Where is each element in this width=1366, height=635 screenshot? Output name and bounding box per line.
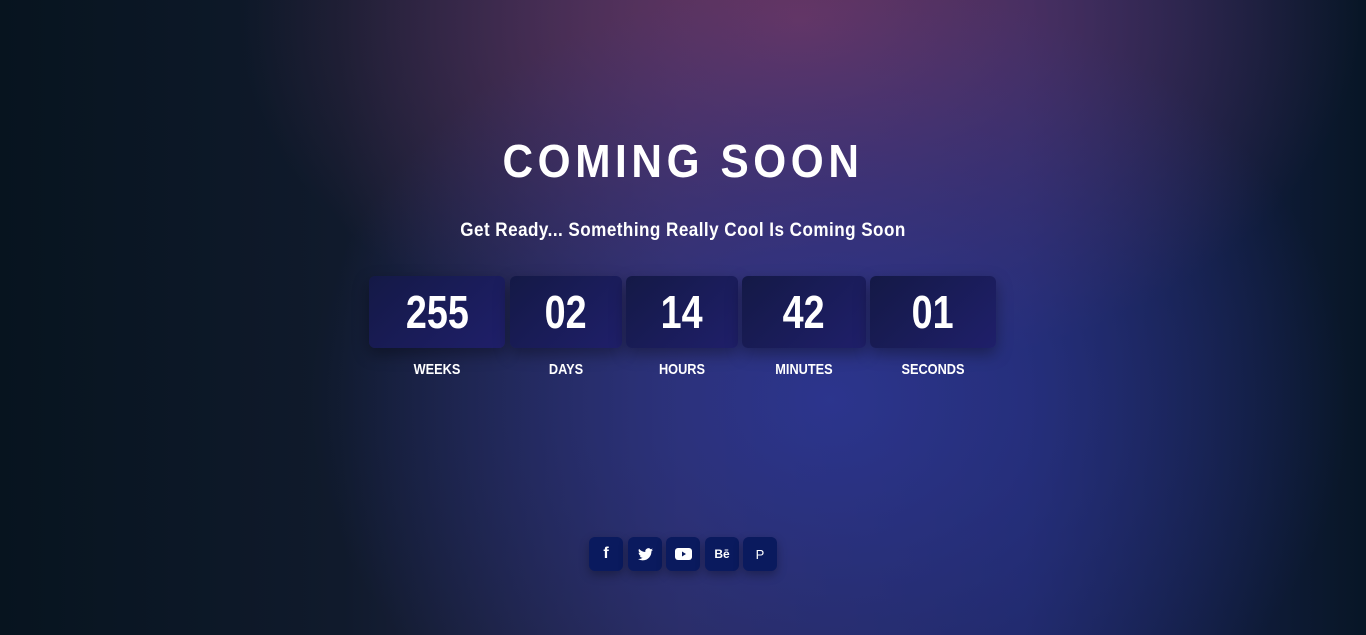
minutes-value: 42 xyxy=(783,286,825,338)
subtitle: Get Ready... Something Really Cool Is Co… xyxy=(460,220,906,241)
minutes-label: MINUTES xyxy=(775,361,833,378)
countdown-seconds: 01 xyxy=(870,276,996,348)
twitter-button[interactable] xyxy=(628,537,662,571)
youtube-button[interactable] xyxy=(666,537,700,571)
twitter-icon xyxy=(637,547,653,560)
hours-label: HOURS xyxy=(658,361,706,378)
countdown-weeks: 255 xyxy=(369,276,505,348)
pinterest-button[interactable]: P xyxy=(743,537,777,571)
facebook-icon: f xyxy=(603,545,609,562)
behance-icon: Bē xyxy=(714,547,730,561)
countdown-hours: 14 xyxy=(626,276,738,348)
weeks-label: WEEKS xyxy=(413,361,461,378)
behance-button[interactable]: Bē xyxy=(705,537,739,571)
seconds-label: SECONDS xyxy=(901,361,965,378)
countdown-days: 02 xyxy=(510,276,622,348)
days-label: DAYS xyxy=(548,361,584,378)
youtube-icon xyxy=(674,548,692,560)
days-value: 02 xyxy=(545,286,587,338)
hours-value: 14 xyxy=(661,286,703,338)
weeks-value: 255 xyxy=(405,286,469,338)
page-title: COMING SOON xyxy=(502,135,864,187)
countdown-minutes: 42 xyxy=(742,276,866,348)
facebook-button[interactable]: f xyxy=(589,537,623,571)
seconds-value: 01 xyxy=(912,286,954,338)
pinterest-icon: P xyxy=(755,546,765,562)
